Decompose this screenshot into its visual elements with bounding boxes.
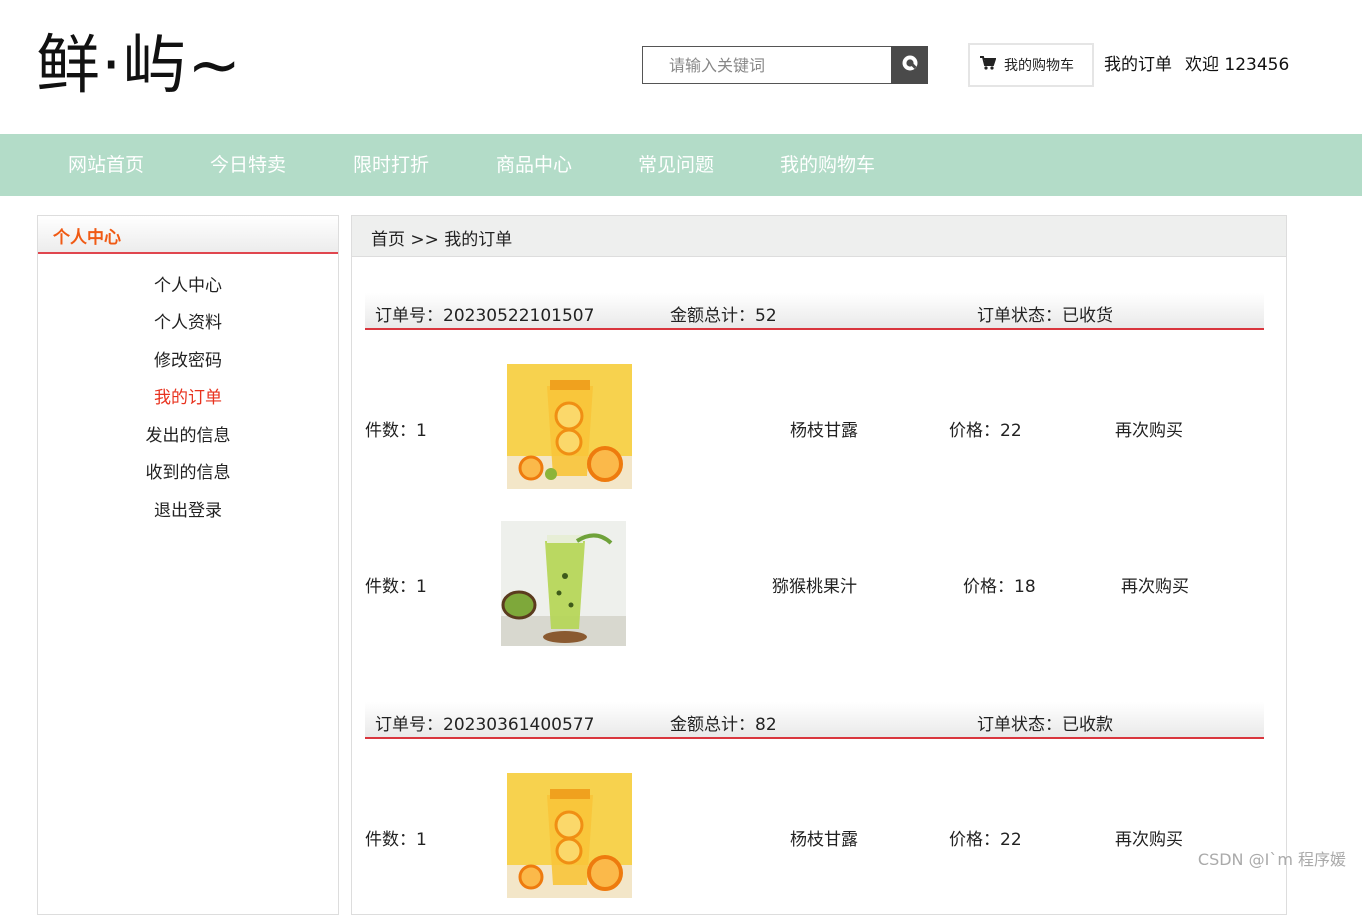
sidebar-item-received-messages[interactable]: 收到的信息 bbox=[38, 462, 338, 484]
item-name: 猕猴桃果汁 bbox=[772, 577, 857, 597]
nav-item-faq[interactable]: 常见问题 bbox=[638, 134, 714, 196]
sidebar-item-logout[interactable]: 退出登录 bbox=[38, 500, 338, 522]
sidebar: 个人中心 个人中心 个人资料 修改密码 我的订单 发出的信息 收到的信息 退出登… bbox=[37, 215, 339, 915]
item-price: 价格：22 bbox=[949, 421, 1022, 441]
order-status: 订单状态：已收货 bbox=[977, 306, 1113, 326]
order-number: 订单号：20230522101507 bbox=[375, 306, 595, 326]
orange-drink-image bbox=[507, 364, 632, 489]
item-name: 杨枝甘露 bbox=[790, 421, 858, 441]
search-icon bbox=[901, 54, 919, 76]
nav-item-cart[interactable]: 我的购物车 bbox=[780, 134, 875, 196]
nav-item-home[interactable]: 网站首页 bbox=[68, 134, 144, 196]
sidebar-item-change-password[interactable]: 修改密码 bbox=[38, 350, 338, 372]
sidebar-header: 个人中心 bbox=[38, 216, 338, 254]
buy-again-button[interactable]: 再次购买 bbox=[1115, 416, 1183, 441]
item-quantity: 件数：1 bbox=[365, 421, 427, 441]
item-price: 价格：18 bbox=[963, 577, 1036, 597]
sidebar-title: 个人中心 bbox=[53, 228, 121, 248]
nav-item-today-sale[interactable]: 今日特卖 bbox=[210, 134, 286, 196]
my-orders-link[interactable]: 我的订单 bbox=[1104, 54, 1172, 76]
watermark: CSDN @I`m 程序媛 bbox=[1197, 850, 1346, 869]
search-button[interactable] bbox=[891, 46, 928, 84]
order-total: 金额总计：82 bbox=[670, 715, 777, 735]
cart-icon bbox=[980, 56, 997, 74]
order-number: 订单号：20230361400577 bbox=[375, 715, 595, 735]
order-total: 金额总计：52 bbox=[670, 306, 777, 326]
nav-item-discount[interactable]: 限时打折 bbox=[353, 134, 429, 196]
item-quantity: 件数：1 bbox=[365, 830, 427, 850]
kiwi-drink-image bbox=[501, 521, 626, 646]
main-nav: 网站首页 今日特卖 限时打折 商品中心 常见问题 我的购物车 bbox=[0, 134, 1362, 196]
order-status: 订单状态：已收款 bbox=[977, 715, 1113, 735]
item-name: 杨枝甘露 bbox=[790, 830, 858, 850]
cart-button[interactable]: 我的购物车 bbox=[968, 43, 1094, 87]
buy-again-button[interactable]: 再次购买 bbox=[1115, 825, 1183, 850]
sidebar-item-sent-messages[interactable]: 发出的信息 bbox=[38, 425, 338, 447]
cart-button-label: 我的购物车 bbox=[1004, 58, 1074, 74]
item-price: 价格：22 bbox=[949, 830, 1022, 850]
order-header: 订单号：20230361400577 金额总计：82 订单状态：已收款 bbox=[365, 702, 1264, 739]
breadcrumb: 首页 >> 我的订单 bbox=[371, 230, 513, 250]
buy-again-button[interactable]: 再次购买 bbox=[1121, 572, 1189, 597]
site-logo: 鲜·屿~ bbox=[36, 29, 242, 103]
orders-panel: 首页 >> 我的订单 订单号：20230522101507 金额总计：52 订单… bbox=[351, 215, 1287, 915]
welcome-text: 欢迎 123456 bbox=[1185, 55, 1290, 75]
sidebar-item-profile[interactable]: 个人资料 bbox=[38, 312, 338, 334]
sidebar-item-personal-center[interactable]: 个人中心 bbox=[38, 275, 338, 297]
nav-item-products[interactable]: 商品中心 bbox=[496, 134, 572, 196]
orange-drink-image bbox=[507, 773, 632, 898]
item-quantity: 件数：1 bbox=[365, 577, 427, 597]
search-input[interactable] bbox=[642, 46, 891, 84]
sidebar-item-my-orders[interactable]: 我的订单 bbox=[38, 387, 338, 409]
order-header: 订单号：20230522101507 金额总计：52 订单状态：已收货 bbox=[365, 293, 1264, 330]
breadcrumb-bar: 首页 >> 我的订单 bbox=[352, 216, 1286, 257]
